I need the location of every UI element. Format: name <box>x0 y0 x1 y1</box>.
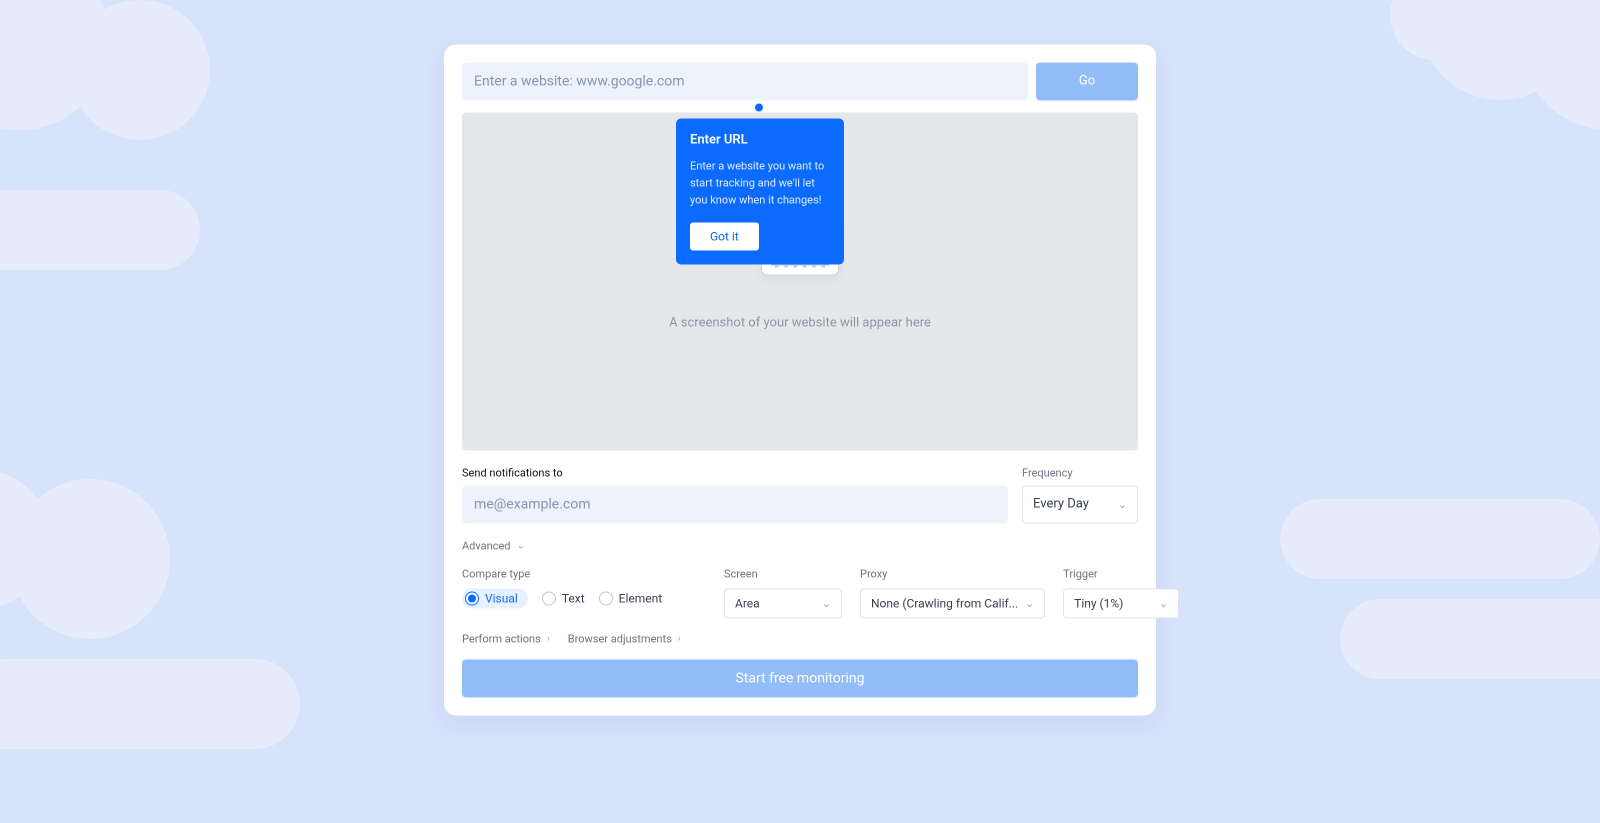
chevron-down-icon: ⌄ <box>516 540 524 551</box>
chevron-right-icon: › <box>547 633 550 644</box>
screen-col: Screen Area ⌄ <box>724 567 842 618</box>
onboarding-dot-icon <box>755 103 763 111</box>
decor-bottom-right <box>1240 479 1600 679</box>
perform-actions-label: Perform actions <box>462 632 541 645</box>
frequency-select[interactable]: Every Day ⌄ <box>1022 485 1138 523</box>
chevron-down-icon: ⌄ <box>1118 498 1127 511</box>
frequency-label: Frequency <box>1022 466 1138 479</box>
start-monitoring-button[interactable]: Start free monitoring <box>462 659 1138 697</box>
tooltip-dismiss-button[interactable]: Got it <box>690 222 759 250</box>
tooltip-body: Enter a website you want to start tracki… <box>690 157 830 208</box>
notifications-col: Send notifications to <box>462 466 1008 523</box>
advanced-row: Compare type Visual Text Element Screen <box>462 567 1138 618</box>
compare-radio-group: Visual Text Element <box>462 588 706 608</box>
decor-top-right <box>1270 0 1600 200</box>
browser-adjustments-link[interactable]: Browser adjustments › <box>568 632 681 645</box>
perform-actions-link[interactable]: Perform actions › <box>462 632 550 645</box>
advanced-toggle[interactable]: Advanced ⌄ <box>462 539 525 552</box>
main-card: Go Enter URL Enter a website you want to… <box>444 44 1156 715</box>
proxy-label: Proxy <box>860 567 1045 580</box>
proxy-col: Proxy None (Crawling from Calif... ⌄ <box>860 567 1045 618</box>
notifications-label: Send notifications to <box>462 466 1008 479</box>
browser-adjustments-label: Browser adjustments <box>568 632 672 645</box>
proxy-select[interactable]: None (Crawling from Calif... ⌄ <box>860 588 1045 618</box>
decor-top-left <box>0 0 360 280</box>
compare-option-label: Text <box>562 591 585 605</box>
trigger-col: Trigger Tiny (1%) ⌄ <box>1063 567 1179 618</box>
proxy-value: None (Crawling from Calif... <box>871 596 1018 610</box>
compare-option-label: Element <box>619 591 663 605</box>
compare-option-text[interactable]: Text <box>542 591 585 605</box>
link-row: Perform actions › Browser adjustments › <box>462 632 1138 645</box>
compare-option-element[interactable]: Element <box>599 591 663 605</box>
decor-bottom-left <box>0 459 380 819</box>
tooltip-title: Enter URL <box>690 132 830 147</box>
email-input[interactable] <box>462 485 1008 523</box>
url-row: Go Enter URL Enter a website you want to… <box>462 62 1138 100</box>
compare-label: Compare type <box>462 567 706 580</box>
screen-select[interactable]: Area ⌄ <box>724 588 842 618</box>
compare-col: Compare type Visual Text Element <box>462 567 706 618</box>
chevron-down-icon: ⌄ <box>1025 597 1034 610</box>
onboarding-tooltip: Enter URL Enter a website you want to st… <box>676 118 844 264</box>
trigger-select[interactable]: Tiny (1%) ⌄ <box>1063 588 1179 618</box>
radio-icon <box>599 591 613 605</box>
chevron-down-icon: ⌄ <box>822 597 831 610</box>
go-button[interactable]: Go <box>1036 62 1138 100</box>
chevron-right-icon: › <box>678 633 681 644</box>
radio-icon <box>542 591 556 605</box>
preview-text: A screenshot of your website will appear… <box>669 316 931 331</box>
frequency-col: Frequency Every Day ⌄ <box>1022 466 1138 523</box>
screen-value: Area <box>735 596 760 610</box>
advanced-label: Advanced <box>462 539 510 552</box>
radio-icon <box>465 591 479 605</box>
notifications-row: Send notifications to Frequency Every Da… <box>462 466 1138 523</box>
screen-label: Screen <box>724 567 842 580</box>
compare-option-label: Visual <box>485 591 518 605</box>
trigger-value: Tiny (1%) <box>1074 596 1123 610</box>
chevron-down-icon: ⌄ <box>1159 597 1168 610</box>
compare-option-visual[interactable]: Visual <box>462 588 528 608</box>
trigger-label: Trigger <box>1063 567 1179 580</box>
frequency-value: Every Day <box>1033 497 1089 512</box>
url-input[interactable] <box>462 62 1028 100</box>
